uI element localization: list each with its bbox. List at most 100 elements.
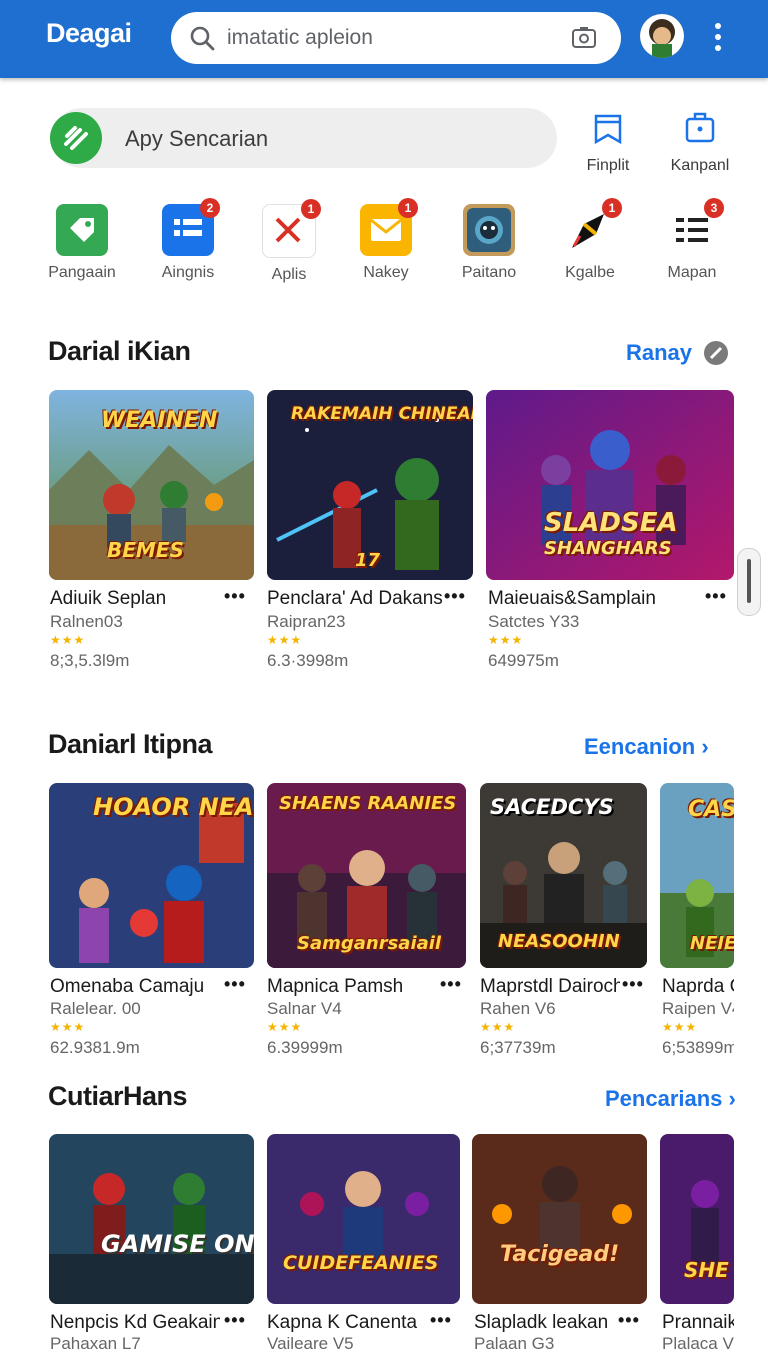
app-size: 8;3,5.3l9m: [50, 651, 130, 670]
section-link-label: Eencanion: [584, 734, 696, 759]
notification-badge: 1: [602, 198, 622, 218]
avatar[interactable]: [640, 14, 684, 58]
app-card-art[interactable]: SHE: [660, 1134, 734, 1304]
app-developer: Raipen V4: [662, 999, 734, 1018]
app-card-art[interactable]: WEAINEN BEMES: [49, 390, 254, 580]
app-size: 6;53899m: [662, 1038, 734, 1057]
mail-icon: 1: [360, 198, 418, 256]
quick-action-finplit[interactable]: Finplit: [568, 110, 648, 175]
app-title[interactable]: Maprstdl Dairoch: [480, 976, 620, 998]
app-developer: Plalaca V4: [662, 1334, 734, 1353]
app-card-art[interactable]: CUIDEFEANIES: [267, 1134, 460, 1304]
more-icon[interactable]: •••: [705, 586, 727, 607]
list-icon: 2: [162, 198, 220, 256]
section-title: Daniarl Itipna: [48, 729, 213, 759]
rating-stars: ★★★: [662, 1020, 698, 1034]
app-card-art[interactable]: GAMISE ONEAAIN: [49, 1134, 254, 1304]
section-link[interactable]: Ranay: [626, 340, 692, 366]
app-card-art[interactable]: SACEDCYS NEASOOHIN: [480, 783, 647, 968]
more-vert-icon[interactable]: [708, 20, 728, 56]
more-icon[interactable]: •••: [440, 974, 462, 995]
notification-badge: 1: [398, 198, 418, 218]
section-link[interactable]: Eencanion ›: [584, 734, 709, 760]
rating-stars: ★★★: [267, 633, 303, 647]
category-label: Mapan: [667, 264, 717, 281]
app-developer: Ralelear. 00: [50, 999, 141, 1018]
rating-stars: ★★★: [488, 633, 524, 647]
category-label: Aplis: [271, 266, 307, 283]
green-app-icon: [50, 112, 102, 164]
app-title[interactable]: Nenpcis Kd Geakain: [50, 1312, 220, 1334]
bookmark-icon: [594, 114, 622, 145]
search-icon: [190, 26, 215, 51]
rocket-icon: 1: [564, 198, 622, 256]
app-developer: Raipran23: [267, 612, 346, 631]
more-icon[interactable]: •••: [618, 1310, 640, 1331]
category-label: Paitano: [461, 264, 517, 281]
section-link-label: Pencarians: [605, 1086, 723, 1111]
pill-label: Apy Sencarian: [125, 126, 269, 151]
app-title[interactable]: Naprda C: [662, 976, 734, 998]
app-card-art[interactable]: SHAENS RAANIES Samganrsaiail: [267, 783, 466, 968]
rating-stars: ★★★: [267, 1020, 303, 1034]
notification-badge: 2: [200, 198, 220, 218]
discover-pill[interactable]: Apy Sencarian: [50, 108, 557, 168]
app-developer: Ralnen03: [50, 612, 123, 631]
app-developer: Palaan G3: [474, 1334, 555, 1353]
app-card-art[interactable]: RAKEMAIH CHINEAI 17: [267, 390, 473, 580]
category-pangaain[interactable]: Pangaain: [37, 204, 127, 282]
app-size: 6.39999m: [267, 1038, 343, 1057]
category-label: Pangaain: [48, 264, 116, 281]
rating-stars: ★★★: [50, 633, 86, 647]
more-icon[interactable]: •••: [444, 586, 466, 607]
search-placeholder: imatatic apleion: [227, 26, 373, 49]
app-card-art[interactable]: HOAOR NEASIN: [49, 783, 254, 968]
app-title[interactable]: Maieuais&Samplain: [488, 588, 698, 610]
quick-action-kanpanl[interactable]: Kanpanl: [660, 110, 740, 175]
category-label: Kgalbe: [565, 264, 615, 281]
more-icon[interactable]: •••: [224, 586, 246, 607]
search-bar[interactable]: imatatic apleion: [171, 12, 621, 64]
image-search-icon[interactable]: [571, 26, 597, 50]
app-card-art[interactable]: Tacigead!: [472, 1134, 647, 1304]
chevron-right-icon: ›: [701, 734, 709, 759]
category-kgalbe[interactable]: 1 Kgalbe: [545, 198, 635, 282]
app-developer: Salnar V4: [267, 999, 342, 1018]
quick-action-label: Finplit: [586, 157, 630, 174]
more-icon[interactable]: •••: [622, 974, 644, 995]
category-aingnis[interactable]: 2 Aingnis: [143, 198, 233, 282]
app-title[interactable]: Mapnica Pamsh: [267, 976, 435, 998]
app-brand: Deagai: [46, 18, 132, 48]
section-title: Darial iKian: [48, 336, 191, 366]
section-link[interactable]: Pencarians ›: [605, 1086, 736, 1112]
app-title[interactable]: Adiuik Seplan: [50, 588, 220, 610]
app-size: 6.3·3998m: [267, 651, 349, 670]
category-aplis[interactable]: 1 Aplis: [244, 199, 334, 284]
app-title[interactable]: Omenaba Camaju: [50, 976, 220, 998]
app-title[interactable]: Slapladk leakan: [474, 1312, 614, 1334]
more-icon[interactable]: •••: [224, 974, 246, 995]
app-size: 6;37739m: [480, 1038, 556, 1057]
app-developer: Pahaxan L7: [50, 1334, 141, 1353]
app-developer: Satctes Y33: [488, 612, 580, 631]
app-title[interactable]: Penclara' Ad Dakans: [267, 588, 442, 610]
scrollbar-thumb[interactable]: [737, 548, 761, 616]
edit-icon[interactable]: [703, 340, 729, 366]
rating-stars: ★★★: [480, 1020, 516, 1034]
app-title[interactable]: Prannaik: [662, 1312, 734, 1334]
more-icon[interactable]: •••: [224, 1310, 246, 1331]
category-paitano[interactable]: Paitano: [444, 204, 534, 282]
tag-icon: [56, 204, 108, 256]
game-icon: [463, 204, 515, 256]
app-size: 649975m: [488, 651, 559, 670]
menu-icon: 3: [666, 198, 724, 256]
category-mapan[interactable]: 3 Mapan: [647, 198, 737, 282]
category-label: Aingnis: [161, 264, 215, 281]
app-card-art[interactable]: SLADSEA SHANGHARS: [486, 390, 734, 580]
more-icon[interactable]: •••: [430, 1310, 452, 1331]
app-title[interactable]: Kapna K Canenta: [267, 1312, 427, 1334]
close-icon: 1: [262, 199, 321, 258]
top-app-bar: Deagai imatatic apleion: [0, 0, 768, 78]
app-card-art[interactable]: CAS NEIE: [660, 783, 734, 968]
category-nakey[interactable]: 1 Nakey: [341, 198, 431, 282]
